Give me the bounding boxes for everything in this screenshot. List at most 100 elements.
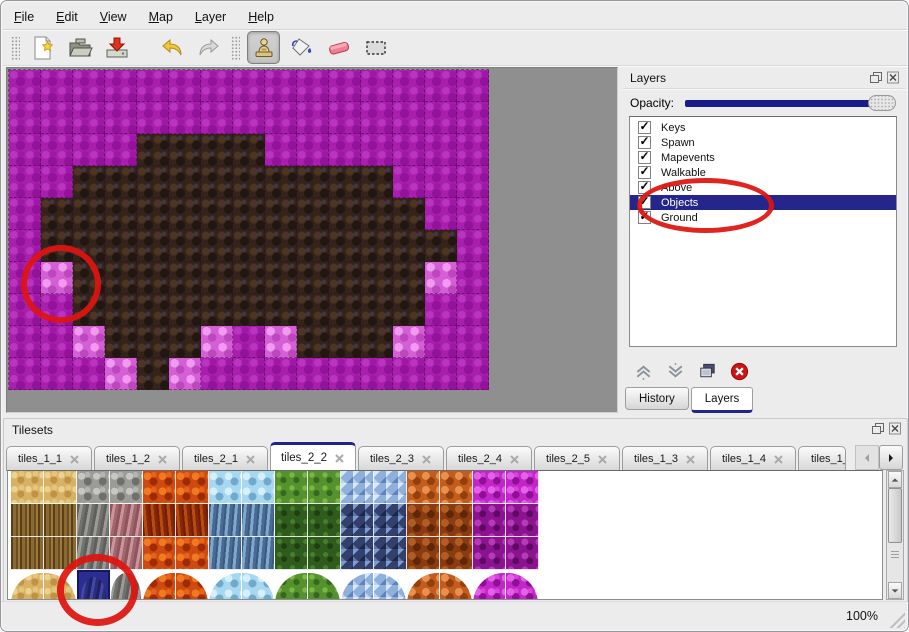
tileset-tab-tiles_1_[interactable]: tiles_1_ bbox=[798, 446, 846, 471]
undo-button[interactable] bbox=[156, 32, 187, 63]
close-panel-button[interactable] bbox=[886, 71, 900, 84]
map-tile-brown-rock[interactable] bbox=[393, 230, 425, 262]
map-tile-pink-rock-object[interactable] bbox=[201, 326, 233, 358]
map-tile-magenta-ground[interactable] bbox=[105, 70, 137, 102]
palette-tile-purple-bush[interactable] bbox=[506, 570, 539, 600]
map-tile-brown-rock[interactable] bbox=[297, 294, 329, 326]
map-tile-brown-rock[interactable] bbox=[105, 294, 137, 326]
map-tile-magenta-ground[interactable] bbox=[9, 102, 41, 134]
duplicate-layer-button[interactable] bbox=[697, 361, 718, 382]
close-tab-button[interactable] bbox=[685, 454, 696, 465]
map-tile-magenta-ground[interactable] bbox=[457, 294, 489, 326]
map-tile-brown-rock[interactable] bbox=[137, 326, 169, 358]
tileset-tab-tiles_1_1[interactable]: tiles_1_1 bbox=[6, 446, 92, 471]
map-tile-magenta-ground[interactable] bbox=[41, 326, 73, 358]
map-tile-brown-rock[interactable] bbox=[201, 262, 233, 294]
map-tile-magenta-ground[interactable] bbox=[297, 102, 329, 134]
map-tile-magenta-ground[interactable] bbox=[361, 358, 393, 390]
palette-tile-copperd[interactable] bbox=[407, 504, 440, 537]
layer-visibility-checkbox[interactable]: ✓ bbox=[638, 121, 651, 134]
map-tile-magenta-ground[interactable] bbox=[201, 358, 233, 390]
map-tile-magenta-ground[interactable] bbox=[201, 70, 233, 102]
map-tile-magenta-ground[interactable] bbox=[9, 294, 41, 326]
palette-tile-bark[interactable] bbox=[11, 537, 44, 570]
palette-tile-bark[interactable] bbox=[44, 537, 77, 570]
palette-tile-tan-bush[interactable] bbox=[44, 570, 77, 600]
map-tile-brown-rock[interactable] bbox=[265, 166, 297, 198]
move-layer-down-button[interactable] bbox=[665, 361, 686, 382]
palette-tile-tan[interactable] bbox=[11, 471, 44, 504]
map-tile-magenta-ground[interactable] bbox=[329, 102, 361, 134]
scrollbar-thumb[interactable] bbox=[888, 488, 902, 543]
map-tile-brown-rock[interactable] bbox=[201, 198, 233, 230]
dock-tab-layers[interactable]: Layers bbox=[691, 387, 754, 413]
close-tab-button[interactable] bbox=[773, 454, 784, 465]
eraser-tool-button[interactable] bbox=[323, 32, 354, 63]
map-tile-magenta-ground[interactable] bbox=[457, 166, 489, 198]
palette-tile-lava[interactable] bbox=[143, 471, 176, 504]
move-layer-up-button[interactable] bbox=[633, 361, 654, 382]
map-tile-brown-rock[interactable] bbox=[201, 230, 233, 262]
layer-row-ground[interactable]: ✓Ground bbox=[630, 210, 896, 225]
palette-tile-copper-bush[interactable] bbox=[407, 570, 440, 600]
palette-tile-bark[interactable] bbox=[44, 504, 77, 537]
map-tile-pink-rock-object[interactable] bbox=[41, 262, 73, 294]
palette-tile-crystal-bush[interactable] bbox=[374, 570, 407, 600]
window-resize-grip[interactable] bbox=[888, 611, 905, 628]
tileset-tab-tiles_2_1[interactable]: tiles_2_1 bbox=[182, 446, 268, 471]
map-tile-brown-rock[interactable] bbox=[329, 230, 361, 262]
map-tile-magenta-ground[interactable] bbox=[425, 70, 457, 102]
map-tile-magenta-ground[interactable] bbox=[9, 230, 41, 262]
tileset-tab-tiles_2_3[interactable]: tiles_2_3 bbox=[358, 446, 444, 471]
layer-row-spawn[interactable]: ✓Spawn bbox=[630, 135, 896, 150]
map-tile-brown-rock[interactable] bbox=[265, 262, 297, 294]
map-tile-magenta-ground[interactable] bbox=[393, 166, 425, 198]
palette-tile-vined[interactable] bbox=[275, 504, 308, 537]
palette-tile-ice[interactable] bbox=[209, 471, 242, 504]
palette-tile-lava-bush[interactable] bbox=[176, 570, 209, 600]
map-tile-pink-rock-object[interactable] bbox=[73, 326, 105, 358]
map-tile-magenta-ground[interactable] bbox=[9, 70, 41, 102]
layer-visibility-checkbox[interactable]: ✓ bbox=[638, 166, 651, 179]
map-tile-brown-rock[interactable] bbox=[105, 262, 137, 294]
map-tile-brown-rock[interactable] bbox=[105, 198, 137, 230]
palette-tile-pinkrock[interactable] bbox=[110, 504, 143, 537]
palette-tile-vine-bush[interactable] bbox=[275, 570, 308, 600]
save-import-button[interactable] bbox=[101, 32, 132, 63]
palette-tile-vine[interactable] bbox=[275, 471, 308, 504]
map-view[interactable] bbox=[6, 67, 618, 413]
palette-tile-crystald[interactable] bbox=[341, 504, 374, 537]
tileset-tab-tiles_2_2[interactable]: tiles_2_2 bbox=[270, 442, 356, 471]
map-tile-brown-rock[interactable] bbox=[361, 198, 393, 230]
map-tile-brown-rock[interactable] bbox=[297, 262, 329, 294]
map-tile-magenta-ground[interactable] bbox=[41, 358, 73, 390]
menu-layer[interactable]: Layer bbox=[192, 9, 229, 25]
palette-tile-purpled[interactable] bbox=[473, 504, 506, 537]
opacity-slider-track[interactable] bbox=[685, 100, 892, 107]
menu-edit[interactable]: Edit bbox=[53, 9, 81, 25]
close-tab-button[interactable] bbox=[334, 453, 345, 464]
palette-tile-copper-bush[interactable] bbox=[440, 570, 473, 600]
rect-select-tool-button[interactable] bbox=[360, 32, 391, 63]
palette-tile-rock[interactable] bbox=[77, 471, 110, 504]
map-tile-brown-rock[interactable] bbox=[233, 134, 265, 166]
layer-row-walkable[interactable]: ✓Walkable bbox=[630, 165, 896, 180]
map-tile-brown-rock[interactable] bbox=[361, 262, 393, 294]
map-tile-magenta-ground[interactable] bbox=[9, 326, 41, 358]
scrollbar-up-button[interactable] bbox=[888, 471, 902, 488]
palette-tile-copperd[interactable] bbox=[440, 537, 473, 570]
palette-tile-pinkrock[interactable] bbox=[110, 537, 143, 570]
map-tile-magenta-ground[interactable] bbox=[297, 134, 329, 166]
layer-visibility-checkbox[interactable]: ✓ bbox=[638, 151, 651, 164]
layer-row-objects[interactable]: ✓Objects bbox=[630, 195, 896, 210]
map-tile-magenta-ground[interactable] bbox=[73, 70, 105, 102]
palette-tile-purpled[interactable] bbox=[473, 537, 506, 570]
map-tile-brown-rock[interactable] bbox=[169, 198, 201, 230]
layer-row-keys[interactable]: ✓Keys bbox=[630, 120, 896, 135]
layer-visibility-checkbox[interactable]: ✓ bbox=[638, 196, 651, 209]
close-tab-button[interactable] bbox=[245, 454, 256, 465]
map-tile-brown-rock[interactable] bbox=[137, 294, 169, 326]
palette-tile-ice[interactable] bbox=[242, 471, 275, 504]
palette-tile-crystald[interactable] bbox=[341, 537, 374, 570]
map-tile-magenta-ground[interactable] bbox=[169, 70, 201, 102]
